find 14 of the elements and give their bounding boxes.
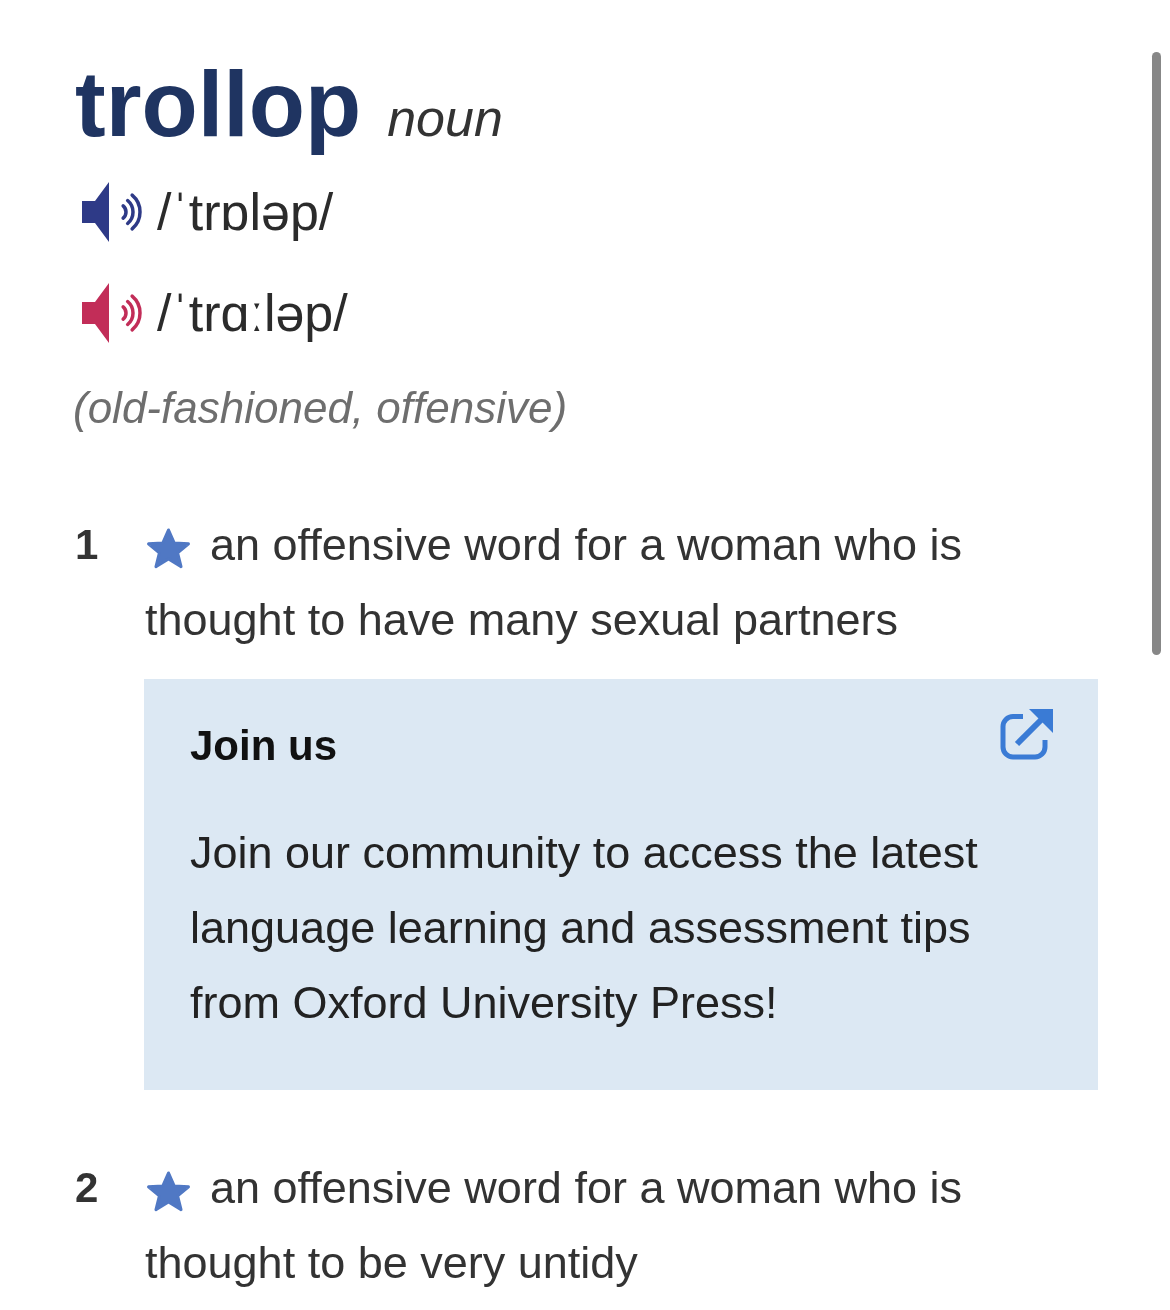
- phonetic-transcription: /ˈtrɒləp/: [157, 182, 334, 242]
- sense-number: 1: [75, 520, 100, 570]
- promo-text: Join our community to access the latest language learning and assessment tips from Oxford University Press!: [190, 826, 979, 1030]
- sense-number: 2: [75, 1163, 100, 1213]
- definition-text: an offensive word for a woman who is thought to have many sexual partners: [145, 518, 964, 647]
- part-of-speech: noun: [387, 88, 503, 148]
- speaker-icon[interactable]: [82, 283, 143, 343]
- headword: trollop: [75, 52, 362, 157]
- phonetic-transcription: /ˈtrɑːləp/: [157, 283, 348, 343]
- definition-text: an offensive word for a woman who is thought to be very untidy: [145, 1161, 964, 1290]
- usage-label: (old-fashioned, offensive): [73, 382, 568, 434]
- promo-title: Join us: [190, 721, 338, 771]
- speaker-icon[interactable]: [82, 182, 143, 242]
- external-link-icon[interactable]: [998, 709, 1053, 762]
